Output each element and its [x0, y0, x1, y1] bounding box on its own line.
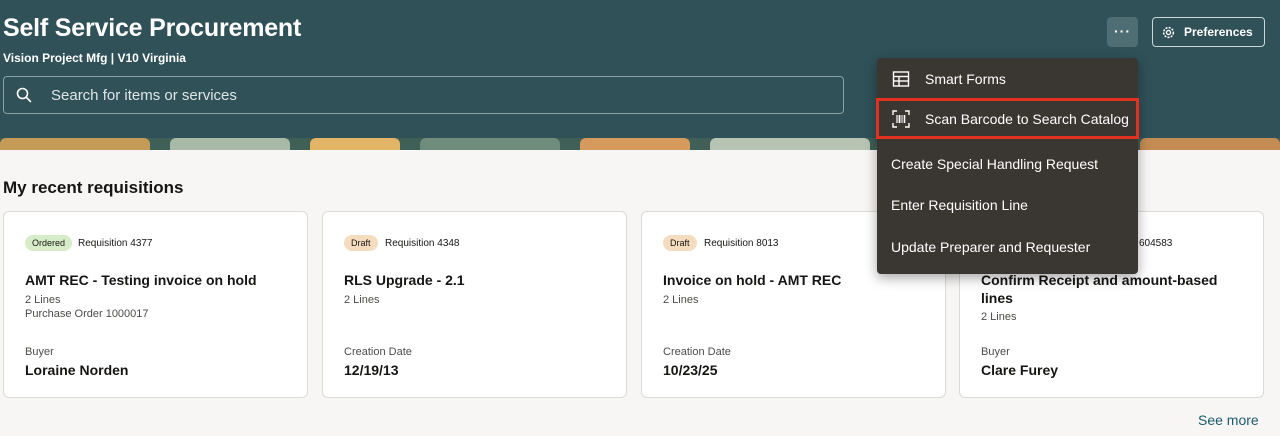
meta-value: Loraine Norden	[25, 362, 129, 378]
requisition-number: 604583	[1139, 238, 1173, 249]
menu-item-label: Enter Requisition Line	[891, 197, 1028, 213]
status-badge: Draft	[344, 235, 378, 251]
search-input[interactable]	[51, 77, 831, 113]
menu-item-label: Create Special Handling Request	[891, 156, 1099, 172]
menu-item-label: Scan Barcode to Search Catalog	[925, 111, 1129, 127]
menu-item-smart-forms[interactable]: Smart Forms	[877, 58, 1138, 99]
meta-value: 10/23/25	[663, 362, 718, 378]
page-title: Self Service Procurement	[3, 14, 302, 42]
section-title: My recent requisitions	[3, 178, 184, 197]
more-actions-button[interactable]: ···	[1107, 17, 1138, 47]
requisition-title: AMT REC - Testing invoice on hold	[25, 272, 257, 288]
gear-icon	[1162, 26, 1175, 39]
menu-item-update-preparer[interactable]: Update Preparer and Requester	[877, 226, 1138, 267]
status-badge: Ordered	[25, 235, 73, 251]
menu-item-label: Update Preparer and Requester	[891, 239, 1091, 255]
line-count: 2 Lines	[981, 311, 1017, 323]
menu-item-requisition-line[interactable]: Enter Requisition Line	[877, 184, 1138, 225]
requisition-number: Requisition 4348	[385, 238, 460, 249]
menu-item-special-handling[interactable]: Create Special Handling Request	[877, 143, 1138, 184]
meta-value: 12/19/13	[344, 362, 399, 378]
menu-item-label: Smart Forms	[925, 71, 1006, 87]
table-icon	[892, 71, 910, 87]
ellipsis-icon: ···	[1114, 23, 1131, 39]
line-count: 2 Lines	[663, 294, 699, 306]
meta-value: Clare Furey	[981, 362, 1059, 378]
search-bar[interactable]	[3, 76, 844, 114]
preferences-button[interactable]: Preferences	[1152, 17, 1265, 47]
meta-label: Creation Date	[344, 346, 412, 358]
status-badge: Draft	[663, 235, 697, 251]
purchase-order: Purchase Order 1000017	[25, 308, 149, 320]
search-icon	[16, 87, 32, 103]
preferences-label: Preferences	[1184, 25, 1253, 39]
meta-label: Buyer	[981, 346, 1010, 358]
requisition-number: Requisition 8013	[704, 238, 779, 249]
line-count: 2 Lines	[344, 294, 380, 306]
menu-item-scan-barcode[interactable]: Scan Barcode to Search Catalog	[876, 98, 1139, 139]
requisition-card[interactable]: Draft Requisition 4348 RLS Upgrade - 2.1…	[322, 211, 627, 398]
meta-label: Creation Date	[663, 346, 731, 358]
see-more-link[interactable]: See more	[1198, 412, 1259, 428]
page-subtitle: Vision Project Mfg | V10 Virginia	[3, 51, 186, 65]
requisition-card[interactable]: Ordered Requisition 4377 AMT REC - Testi…	[3, 211, 308, 398]
requisition-number: Requisition 4377	[78, 238, 153, 249]
requisition-title: RLS Upgrade - 2.1	[344, 272, 465, 288]
meta-label: Buyer	[25, 346, 54, 358]
barcode-scan-icon	[892, 110, 910, 128]
requisition-title: Confirm Receipt and amount-based lines	[981, 272, 1218, 306]
line-count: 2 Lines	[25, 294, 61, 306]
more-actions-menu: Smart Forms Scan Barcode to Search Catal…	[876, 58, 1139, 274]
